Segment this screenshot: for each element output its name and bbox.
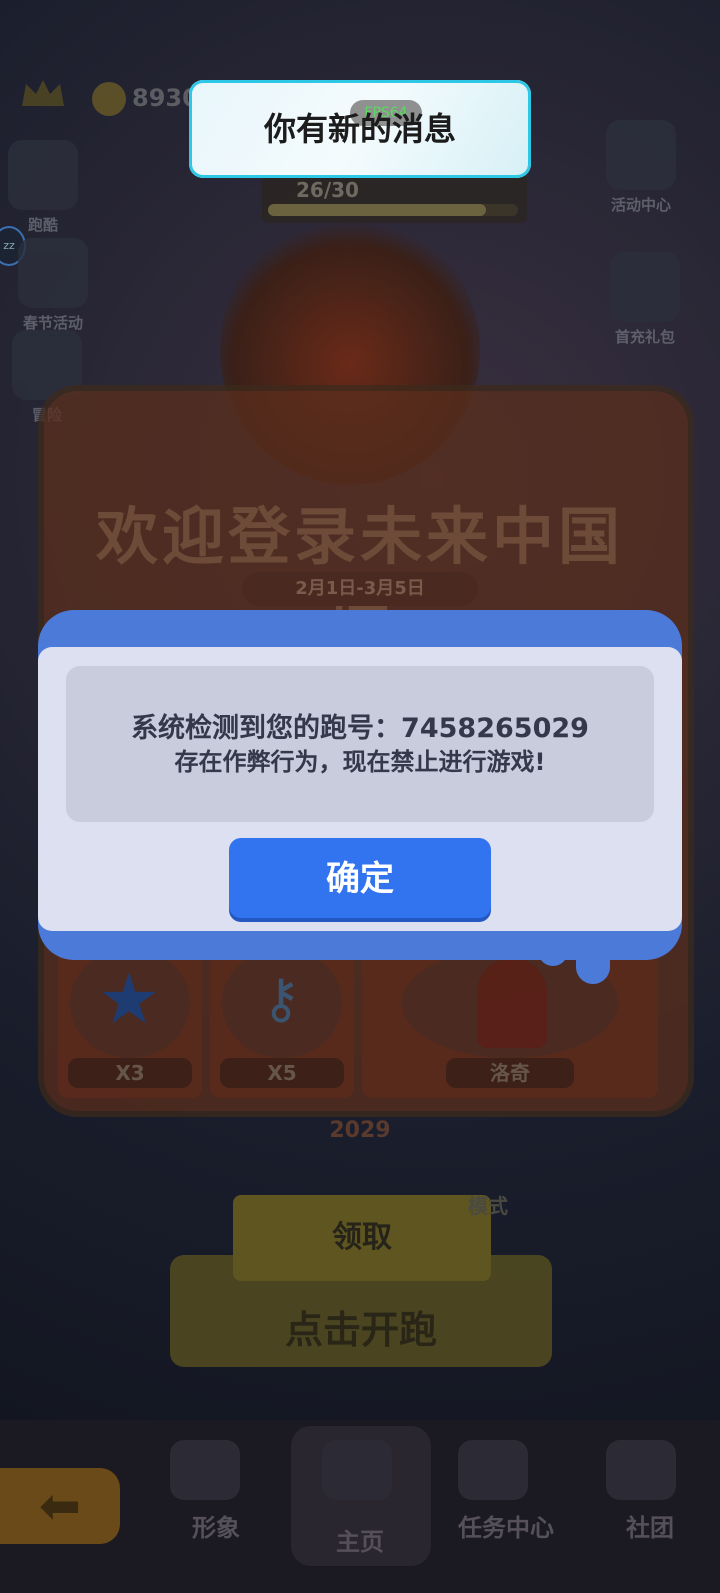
progress-fill	[268, 204, 486, 216]
notification-text: 你有新的消息	[263, 110, 456, 148]
nav-item-tasks[interactable]: 任务中心	[446, 1508, 566, 1543]
event-year: 2029	[329, 1118, 391, 1143]
star-plus-icon: ★	[97, 958, 161, 1040]
reward-card: ★ X3	[58, 948, 202, 1098]
sidebar-item-run[interactable]: 跑酷	[8, 140, 78, 235]
claim-button[interactable]: 领取	[233, 1195, 491, 1281]
sidebar-item-first-pack[interactable]: 首充礼包	[610, 252, 680, 347]
confirm-button[interactable]: 确定	[229, 838, 491, 918]
reward-label: X5	[220, 1058, 344, 1088]
progress-bar	[268, 204, 518, 216]
reward-label: 洛奇	[446, 1058, 574, 1088]
nav-item-home[interactable]: 主页	[300, 1522, 420, 1557]
event-date: 2月1日-3月5日	[242, 572, 478, 606]
sidebar-label: 首充礼包	[614, 328, 675, 346]
sidebar-label: 活动中心	[610, 196, 671, 214]
club-nav-icon	[606, 1440, 676, 1500]
progress-text: 26/30	[296, 178, 359, 202]
keys-icon: ⚷	[261, 967, 301, 1030]
character-avatar	[477, 958, 547, 1048]
avatar-nav-icon	[170, 1440, 240, 1500]
gift-pack-icon	[610, 252, 680, 322]
reward-label: X3	[68, 1058, 192, 1088]
crown-icon	[20, 78, 66, 108]
task-nav-icon	[458, 1440, 528, 1500]
spring-festival-icon	[18, 238, 88, 308]
sidebar-label: 跑酷	[27, 216, 58, 234]
reward-card: ⚷ X5	[210, 948, 354, 1098]
home-nav-icon	[322, 1440, 392, 1500]
activity-center-icon	[606, 120, 676, 190]
mode-tag[interactable]: 模式	[468, 1190, 508, 1219]
runner-icon	[8, 140, 78, 210]
sidebar-item-spring[interactable]: 春节活动	[18, 238, 88, 333]
message-line-1: 系统检测到您的跑号：7458265029	[131, 713, 589, 744]
coin-icon	[92, 82, 126, 116]
drip-decoration	[576, 940, 610, 984]
sidebar-item-activity[interactable]: 活动中心	[606, 120, 676, 215]
reward-card: 洛奇	[362, 948, 658, 1098]
back-arrow-icon[interactable]: ⬅	[0, 1468, 120, 1544]
nav-item-avatar[interactable]: 形象	[156, 1508, 276, 1543]
message-line-2: 存在作弊行为，现在禁止进行游戏!	[174, 748, 546, 776]
nav-item-club[interactable]: 社团	[590, 1508, 710, 1543]
